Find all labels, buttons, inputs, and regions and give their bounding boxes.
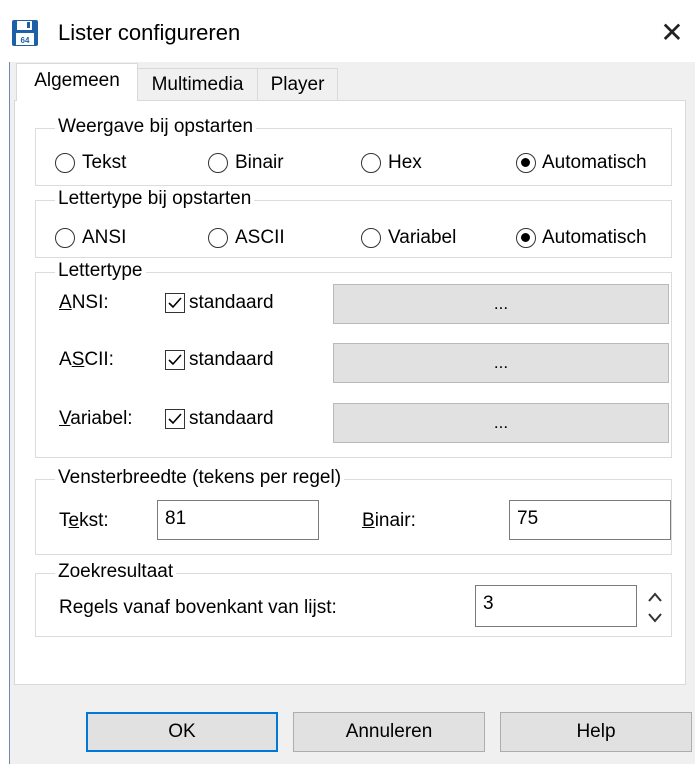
radio-tekst-label: Tekst xyxy=(82,152,127,173)
radio-tekst[interactable] xyxy=(55,153,75,173)
search-legend: Zoekresultaat xyxy=(55,561,177,583)
font-variabel-check-label: standaard xyxy=(189,408,274,429)
radio-binair-label: Binair xyxy=(235,152,284,173)
tab-multimedia[interactable]: Multimedia xyxy=(137,68,258,100)
radio-automatisch-view-label: Automatisch xyxy=(542,152,647,173)
chevron-up-icon xyxy=(648,592,662,602)
tab-algemeen[interactable]: Algemeen xyxy=(16,63,138,101)
tab-player[interactable]: Player xyxy=(257,68,338,100)
search-lines-spinner[interactable] xyxy=(642,585,668,629)
window-title: Lister configureren xyxy=(58,20,241,45)
radio-binair[interactable] xyxy=(208,153,228,173)
radio-automatisch-font-label: Automatisch xyxy=(542,227,647,248)
radio-ascii[interactable] xyxy=(208,228,228,248)
width-binary-input[interactable]: 75 xyxy=(509,500,671,540)
window-left-edge xyxy=(9,62,10,764)
width-binary-label: Binair: xyxy=(362,510,416,531)
startup-font-legend: Lettertype bij opstarten xyxy=(55,188,255,210)
search-lines-label: Regels vanaf bovenkant van lijst: xyxy=(59,597,337,618)
radio-variabel-label: Variabel xyxy=(388,227,457,248)
radio-automatisch-font[interactable] xyxy=(516,228,536,248)
cancel-button[interactable]: Annuleren xyxy=(293,712,485,752)
floppy-disk-icon: 64 xyxy=(11,19,39,47)
radio-ansi[interactable] xyxy=(55,228,75,248)
width-text-input[interactable]: 81 xyxy=(157,500,319,540)
font-ascii-check-label: standaard xyxy=(189,349,274,370)
close-icon[interactable]: ✕ xyxy=(655,16,689,50)
radio-hex-label: Hex xyxy=(388,152,422,173)
font-ascii-label: ASCII: xyxy=(59,349,114,370)
width-text-label: Tekst: xyxy=(59,510,109,531)
font-variabel-checkbox[interactable] xyxy=(165,409,185,429)
font-variabel-label: Variabel: xyxy=(59,408,133,429)
font-legend: Lettertype xyxy=(55,260,146,282)
font-ansi-button[interactable]: ... xyxy=(333,284,669,324)
font-variabel-button[interactable]: ... xyxy=(333,403,669,443)
radio-ascii-label: ASCII xyxy=(235,227,285,248)
help-button[interactable]: Help xyxy=(500,712,692,752)
radio-hex[interactable] xyxy=(361,153,381,173)
radio-ansi-label: ANSI xyxy=(82,227,127,248)
chevron-down-icon xyxy=(648,613,662,623)
font-ascii-button[interactable]: ... xyxy=(333,343,669,383)
radio-automatisch-view[interactable] xyxy=(516,153,536,173)
startup-view-legend: Weergave bij opstarten xyxy=(55,116,257,138)
font-ansi-check-label: standaard xyxy=(189,292,274,313)
ok-button[interactable]: OK xyxy=(86,712,278,752)
radio-variabel[interactable] xyxy=(361,228,381,248)
width-legend: Vensterbreedte (tekens per regel) xyxy=(55,467,345,489)
font-ansi-checkbox[interactable] xyxy=(165,293,185,313)
font-ascii-checkbox[interactable] xyxy=(165,350,185,370)
search-lines-input[interactable]: 3 xyxy=(475,585,637,627)
svg-text:64: 64 xyxy=(21,36,30,45)
font-ansi-label: ANSI: xyxy=(59,292,109,313)
